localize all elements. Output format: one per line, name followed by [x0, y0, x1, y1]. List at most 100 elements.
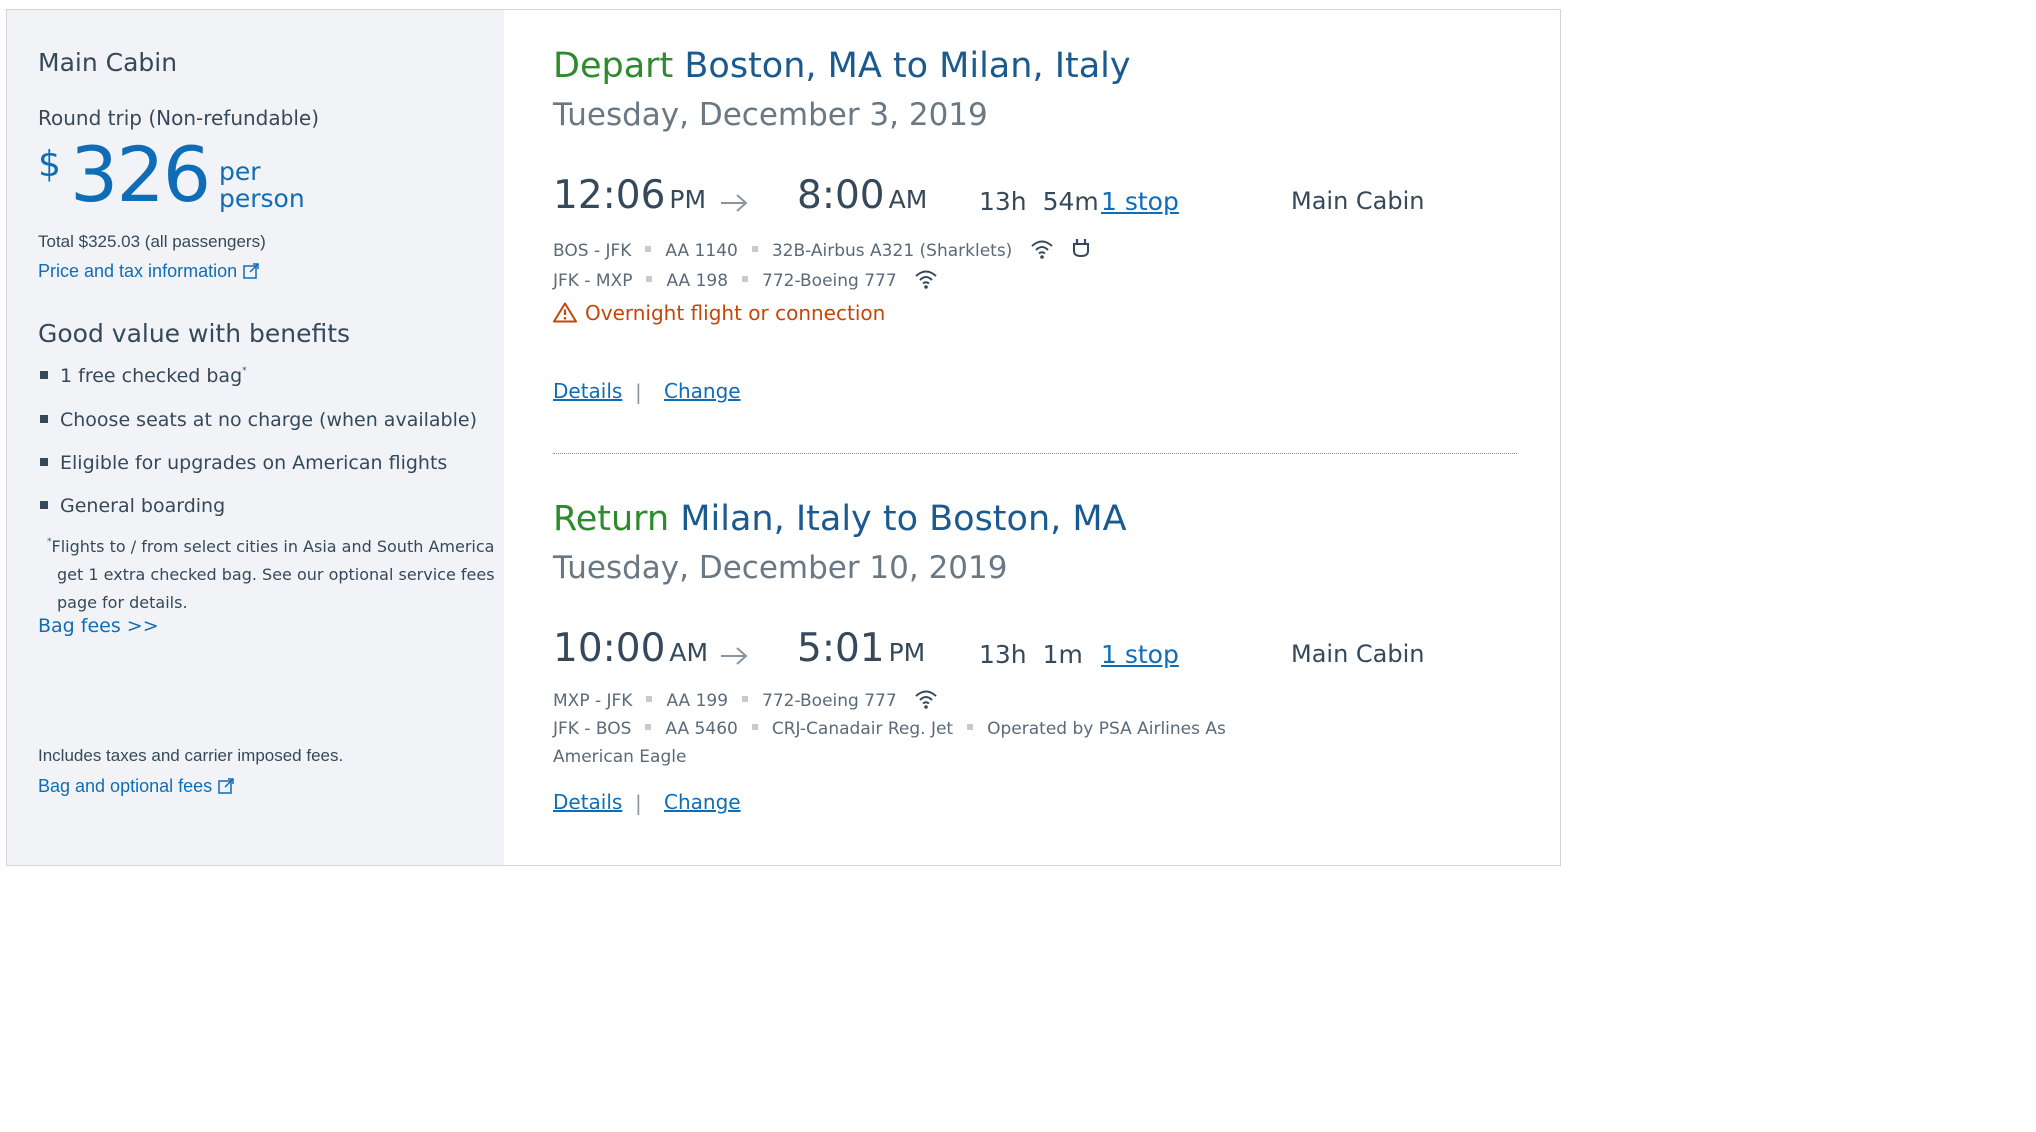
depart-change-link[interactable]: Change	[664, 379, 741, 403]
stops-link[interactable]: 1 stop	[1101, 640, 1179, 669]
duration-minutes: 1m	[1042, 640, 1083, 669]
duration-hours: 13h	[979, 187, 1027, 216]
price-amount: 326	[70, 130, 211, 219]
depart-details-link[interactable]: Details	[553, 379, 622, 403]
separator-dot	[646, 696, 653, 702]
wifi-icon	[915, 270, 937, 289]
arrow-right-icon	[721, 194, 748, 212]
per-label: per	[219, 157, 261, 186]
arrive-time-ampm: PM	[888, 638, 926, 667]
wifi-icon	[915, 690, 937, 709]
arrive-time: 8:00 AM	[797, 173, 927, 218]
duration-minutes: 54m	[1042, 187, 1099, 216]
segment-route: MXP - JFK	[553, 691, 633, 711]
link-separator: |	[635, 791, 642, 815]
depart-heading: Depart Boston, MA to Milan, Italy	[553, 46, 1131, 86]
segment-row: BOS - JFK AA 1140 32B-Airbus A321 (Sharkle…	[553, 237, 1091, 261]
fare-summary-panel: Main Cabin Round trip (Non-refundable) $…	[7, 10, 504, 865]
footnote-line: page for details.	[57, 593, 188, 612]
segment-flight: AA 5460	[665, 719, 738, 739]
segment-route: JFK - MXP	[553, 271, 633, 291]
benefit-label: 1 free checked bag	[60, 365, 243, 387]
bullet	[40, 371, 48, 379]
warning-icon	[553, 302, 577, 323]
separator-dot	[751, 246, 758, 252]
return-heading: Return Milan, Italy to Boston, MA	[553, 499, 1127, 539]
footnote-line: get 1 extra checked bag. See our optiona…	[57, 565, 495, 584]
overnight-warning: Overnight flight or connection	[553, 301, 885, 325]
benefit-item: General boarding	[40, 495, 225, 517]
benefit-label: Choose seats at no charge (when availabl…	[60, 409, 477, 431]
separator-dot	[645, 724, 652, 730]
wifi-icon	[1031, 240, 1053, 259]
depart-date: Tuesday, December 3, 2019	[553, 97, 988, 133]
section-divider	[553, 453, 1517, 454]
return-details-link[interactable]: Details	[553, 790, 622, 814]
segment-aircraft: 772-Boeing 777	[762, 271, 897, 291]
depart-time-ampm: PM	[669, 185, 707, 214]
trip-type: Round trip (Non-refundable)	[38, 106, 319, 130]
duration-hours: 13h	[979, 640, 1027, 669]
bag-optional-fees-label: Bag and optional fees	[38, 776, 213, 796]
depart-time: 10:00 AM	[553, 626, 708, 671]
bag-optional-fees-link[interactable]: Bag and optional fees	[38, 776, 235, 797]
depart-route: Boston, MA to Milan, Italy	[684, 46, 1131, 86]
return-change-link[interactable]: Change	[664, 790, 741, 814]
return-label: Return	[553, 499, 670, 539]
segment-aircraft: 772-Boeing 777	[762, 691, 897, 711]
link-separator: |	[635, 380, 642, 404]
depart-time: 12:06 PM	[553, 173, 706, 218]
segment-route: JFK - BOS	[553, 719, 632, 739]
power-outlet-icon	[1073, 239, 1090, 258]
operated-by: Operated by PSA Airlines As	[987, 719, 1226, 739]
benefit-label: Eligible for upgrades on American flight…	[60, 452, 448, 474]
price-tax-link-label: Price and tax information	[38, 261, 238, 281]
bag-footnote: *Flights to / from select cities in Asia…	[47, 528, 497, 617]
separator-dot	[751, 724, 758, 730]
footnote-marker: *	[242, 366, 247, 376]
flight-duration: 13h 1m	[979, 640, 1083, 669]
segment-row: MXP - JFK AA 199 772-Boeing 777	[553, 689, 938, 711]
itinerary-card: Main Cabin Round trip (Non-refundable) $…	[6, 9, 1561, 866]
depart-time-value: 12:06	[553, 173, 666, 218]
separator-dot	[967, 724, 974, 730]
segment-flight: AA 1140	[665, 241, 738, 261]
segment-row: JFK - MXP AA 198 772-Boeing 777	[553, 269, 938, 291]
external-link-icon	[218, 778, 234, 794]
warning-text: Overnight flight or connection	[585, 301, 886, 325]
benefit-label: General boarding	[60, 495, 226, 517]
operated-by-continued: American Eagle	[553, 747, 687, 767]
flight-duration: 13h 54m	[979, 187, 1099, 216]
depart-time-value: 10:00	[553, 626, 666, 671]
external-link-icon	[243, 263, 259, 279]
benefit-item: 1 free checked bag*	[40, 365, 247, 387]
bag-fees-link[interactable]: Bag fees >>	[38, 615, 159, 637]
return-route: Milan, Italy to Boston, MA	[680, 499, 1127, 539]
arrive-time-value: 8:00	[797, 173, 885, 218]
per-person-label: per person	[219, 158, 305, 212]
segment-flight: AA 198	[666, 271, 729, 291]
arrive-time: 5:01 PM	[797, 626, 925, 671]
segment-aircraft: 32B-Airbus A321 (Sharklets)	[771, 241, 1013, 261]
separator-dot	[645, 246, 652, 252]
includes-taxes-note: Includes taxes and carrier imposed fees.	[38, 746, 344, 765]
depart-label: Depart	[553, 46, 674, 86]
benefit-item: Eligible for upgrades on American flight…	[40, 452, 447, 474]
separator-dot	[742, 696, 749, 702]
bullet	[40, 501, 48, 509]
person-label: person	[219, 184, 305, 213]
arrow-right-icon	[721, 647, 748, 665]
price-tax-link[interactable]: Price and tax information	[38, 261, 260, 282]
stops-link[interactable]: 1 stop	[1101, 187, 1179, 216]
bullet	[40, 458, 48, 466]
separator-dot	[646, 276, 653, 282]
cabin-title: Main Cabin	[38, 48, 178, 77]
segment-row: JFK - BOS AA 5460 CRJ-Canadair Reg. Jet Ope…	[553, 719, 1226, 739]
footnote-line: Flights to / from select cities in Asia …	[51, 537, 495, 556]
bullet	[40, 415, 48, 423]
arrive-time-value: 5:01	[797, 626, 885, 671]
segment-route: BOS - JFK	[553, 241, 632, 261]
cabin-class: Main Cabin	[1291, 187, 1425, 215]
return-date: Tuesday, December 10, 2019	[553, 550, 1008, 586]
benefits-title: Good value with benefits	[38, 319, 351, 348]
